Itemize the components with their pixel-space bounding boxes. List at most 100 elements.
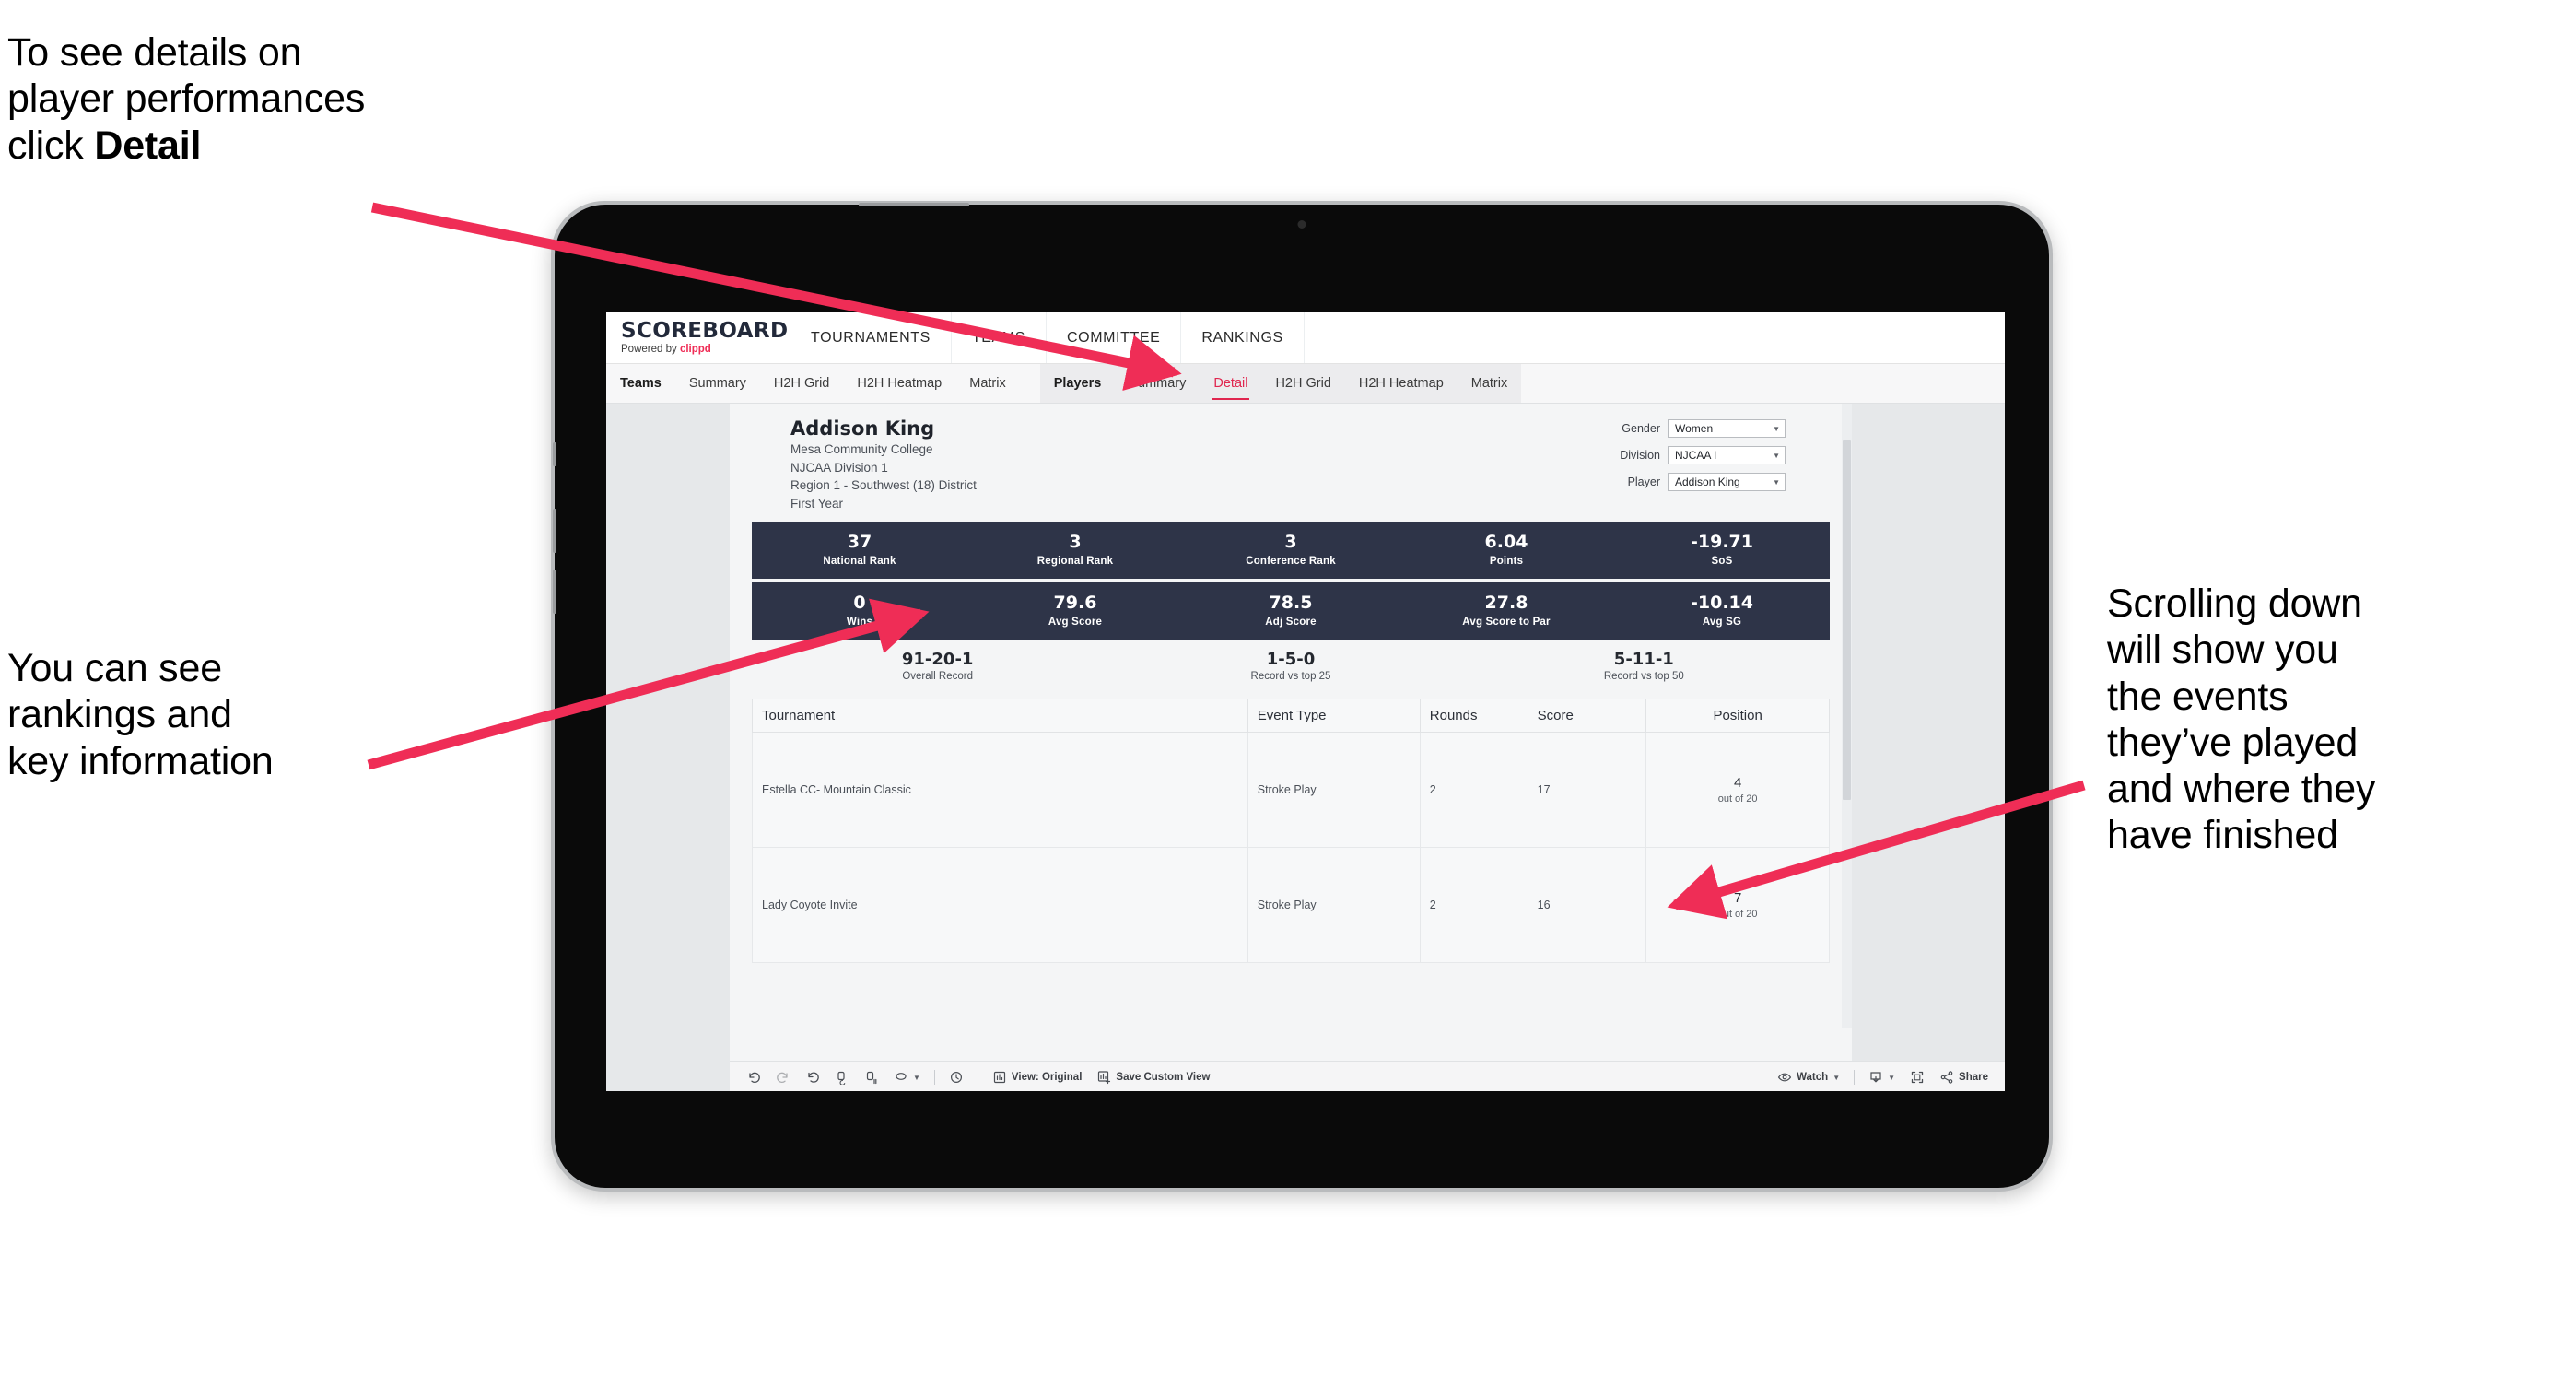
- stat-value: -19.71: [1691, 532, 1753, 553]
- volume-up-button[interactable]: [553, 509, 556, 553]
- record-value: 5-11-1: [1613, 649, 1674, 669]
- download-button[interactable]: ▼: [1861, 1070, 1903, 1085]
- tab-players-matrix[interactable]: Matrix: [1458, 364, 1521, 403]
- volume-down-button[interactable]: [553, 570, 556, 614]
- table-row[interactable]: Lady Coyote Invite Stroke Play 2 16 7 ou…: [752, 847, 1830, 964]
- column-header-score[interactable]: Score: [1527, 699, 1647, 734]
- chevron-down-icon: ▼: [1888, 1073, 1896, 1082]
- cell-event-type: Stroke Play: [1247, 732, 1421, 849]
- filter-gender-select[interactable]: Women ▼: [1668, 419, 1786, 438]
- stat-label: Avg SG: [1702, 616, 1742, 628]
- record-label: Record vs top 50: [1603, 671, 1684, 683]
- stat-label: Conference Rank: [1246, 555, 1336, 567]
- stat-regional-rank: 3 Regional Rank: [967, 532, 1183, 567]
- topnav-rankings[interactable]: RANKINGS: [1181, 312, 1305, 363]
- topnav-committee[interactable]: COMMITTEE: [1047, 312, 1182, 363]
- tab-players-summary[interactable]: Summary: [1115, 364, 1200, 403]
- cell-tournament: Lady Coyote Invite: [752, 847, 1248, 964]
- stat-value: -10.14: [1691, 593, 1753, 614]
- tab-group-label-teams: Teams: [620, 376, 662, 391]
- column-header-event-type[interactable]: Event Type: [1247, 699, 1421, 734]
- tab-group-label-players: Players: [1053, 376, 1102, 391]
- filter-division-select[interactable]: NJCAA I ▼: [1668, 446, 1786, 464]
- topnav-teams[interactable]: TEAMS: [952, 312, 1047, 363]
- toolbar-divider: [1854, 1070, 1856, 1085]
- viz-bottom-toolbar: ▼ View: Original Save Custom View Watch …: [730, 1061, 2005, 1091]
- cell-position: 4 out of 20: [1645, 732, 1830, 849]
- save-custom-view-label: Save Custom View: [1116, 1072, 1211, 1083]
- app-header: SCOREBOARD Powered by clippd TOURNAMENTS…: [606, 312, 2005, 364]
- pause-auto-update-button[interactable]: [942, 1070, 971, 1085]
- stat-adj-score: 78.5 Adj Score: [1183, 593, 1399, 628]
- column-header-position[interactable]: Position: [1645, 699, 1830, 734]
- refresh-button[interactable]: [827, 1070, 857, 1085]
- watch-button[interactable]: Watch ▼: [1770, 1070, 1847, 1085]
- save-view-icon: [1098, 1071, 1111, 1085]
- chevron-down-icon: ▼: [1832, 1073, 1841, 1082]
- dashboard-area: Addison King Mesa Community College NJCA…: [606, 404, 2005, 1091]
- record-value: 91-20-1: [901, 649, 974, 669]
- tablet-screen: SCOREBOARD Powered by clippd TOURNAMENTS…: [606, 312, 2005, 1091]
- redo-button[interactable]: [768, 1070, 798, 1085]
- player-year: First Year: [790, 496, 844, 511]
- position-value: 7: [1733, 890, 1742, 907]
- fullscreen-icon: [1911, 1071, 1924, 1084]
- cell-rounds: 2: [1419, 847, 1528, 964]
- tab-players-detail[interactable]: Detail: [1200, 364, 1261, 403]
- column-header-rounds[interactable]: Rounds: [1419, 699, 1528, 734]
- filter-gender-value: Women: [1675, 422, 1714, 435]
- eye-icon: [1777, 1073, 1792, 1082]
- annotation-mid-left: You can see rankings and key information: [7, 646, 274, 783]
- tab-players-h2h-heatmap[interactable]: H2H Heatmap: [1345, 364, 1458, 403]
- stat-label: Avg Score to Par: [1462, 616, 1551, 628]
- power-button[interactable]: [859, 203, 969, 206]
- redo-icon: [777, 1072, 788, 1083]
- player-info-block: Addison King Mesa Community College NJCA…: [752, 417, 977, 513]
- filter-division-label: Division: [1620, 449, 1660, 462]
- front-camera-icon: [1297, 220, 1306, 229]
- cell-tournament: Estella CC- Mountain Classic: [752, 732, 1248, 849]
- topnav-tournaments[interactable]: TOURNAMENTS: [790, 312, 952, 363]
- events-table-header: Tournament Event Type Rounds Score Posit…: [752, 699, 1830, 734]
- scrollbar-thumb[interactable]: [1843, 440, 1851, 800]
- stat-wins: 0 Wins: [752, 593, 967, 628]
- share-button[interactable]: Share: [1932, 1070, 1996, 1085]
- undo-history-button[interactable]: ▼: [886, 1070, 928, 1085]
- record-label: Record vs top 25: [1250, 671, 1331, 683]
- fullscreen-button[interactable]: [1903, 1070, 1932, 1085]
- undo-icon: [749, 1072, 760, 1083]
- tab-teams-matrix[interactable]: Matrix: [955, 364, 1019, 403]
- events-table: Tournament Event Type Rounds Score Posit…: [752, 699, 1830, 964]
- refresh-data-icon: [837, 1071, 846, 1085]
- revert-button[interactable]: [798, 1070, 827, 1085]
- pause-updates-button[interactable]: [857, 1070, 886, 1085]
- tab-players-h2h-grid[interactable]: H2H Grid: [1261, 364, 1344, 403]
- vertical-scrollbar[interactable]: [1842, 404, 1852, 1028]
- stat-value: 27.8: [1484, 593, 1528, 614]
- table-header-row: Tournament Event Type Rounds Score Posit…: [752, 699, 1830, 734]
- player-college: Mesa Community College: [790, 442, 933, 457]
- view-original-button[interactable]: View: Original: [985, 1070, 1089, 1085]
- brand-logo[interactable]: SCOREBOARD Powered by clippd: [606, 312, 790, 363]
- tablet-bezel: SCOREBOARD Powered by clippd TOURNAMENTS…: [553, 203, 2049, 1188]
- tab-teams-summary[interactable]: Summary: [675, 364, 760, 403]
- mute-button[interactable]: [553, 442, 556, 466]
- tab-teams-h2h-heatmap[interactable]: H2H Heatmap: [843, 364, 955, 403]
- watch-label: Watch: [1797, 1072, 1829, 1083]
- toolbar-divider: [933, 1070, 935, 1085]
- stat-value: 3: [1069, 532, 1082, 553]
- undo-button[interactable]: [739, 1070, 768, 1085]
- tab-teams-h2h-grid[interactable]: H2H Grid: [760, 364, 843, 403]
- record-overall: 91-20-1 Overall Record: [761, 650, 1114, 683]
- filter-player-select[interactable]: Addison King ▼: [1668, 473, 1786, 491]
- visualization-content: Addison King Mesa Community College NJCA…: [730, 404, 1852, 964]
- players-tab-group: Players Summary Detail H2H Grid H2H Heat…: [1039, 364, 1522, 403]
- stat-conference-rank: 3 Conference Rank: [1183, 532, 1399, 567]
- table-row[interactable]: Estella CC- Mountain Classic Stroke Play…: [752, 732, 1830, 849]
- save-custom-view-button[interactable]: Save Custom View: [1089, 1070, 1217, 1085]
- filter-division: Division NJCAA I ▼: [1612, 446, 1786, 464]
- stat-label: Wins: [846, 616, 873, 628]
- column-header-tournament[interactable]: Tournament: [752, 699, 1248, 734]
- view-chart-icon: [993, 1071, 1006, 1084]
- pause-icon: [866, 1071, 877, 1085]
